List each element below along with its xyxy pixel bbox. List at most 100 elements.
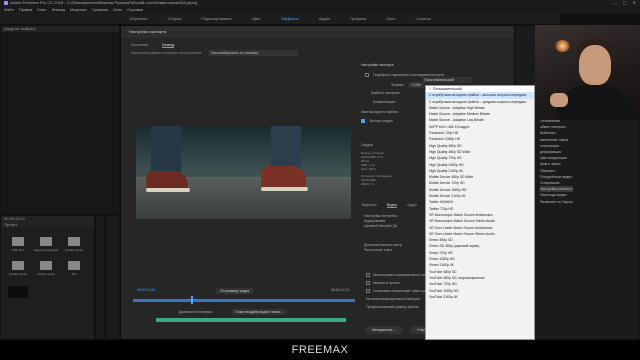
tab-audio[interactable]: Аудио bbox=[407, 203, 417, 208]
project-item[interactable]: 153.mp4 bbox=[7, 234, 29, 252]
scale-select[interactable]: Масштабировать по размеру bbox=[208, 50, 299, 56]
menu-item[interactable]: Файл bbox=[4, 7, 14, 12]
preset-select[interactable]: Пользовательский bbox=[422, 77, 472, 83]
project-item[interactable] bbox=[7, 282, 29, 300]
preview-sole-right bbox=[261, 187, 308, 191]
source-monitor-label: (кадр не выбран) bbox=[1, 26, 119, 32]
import-project-label: Импорт в проект bbox=[373, 281, 400, 285]
comments-row: Комментарии: bbox=[373, 100, 396, 104]
tab-source[interactable]: Источник bbox=[131, 42, 148, 48]
sequence-thumbnail bbox=[8, 286, 28, 298]
project-item[interactable]: Корректирующий bbox=[33, 234, 59, 252]
source-range-select[interactable]: Точки входа/выхода в эпизо... bbox=[231, 309, 288, 315]
comments-label: Комментарии: bbox=[373, 100, 397, 104]
project-item-label: Новая папка bbox=[65, 248, 83, 252]
source-range-label: Диапазон источника: bbox=[179, 310, 213, 314]
menu-item[interactable]: Справка bbox=[127, 7, 143, 12]
tools-panel bbox=[95, 215, 105, 340]
bitrate-section: Настройки битрейта Кодирование Целевой б… bbox=[364, 214, 402, 253]
menu-item[interactable]: Графика bbox=[92, 7, 108, 12]
preview-shoe-left bbox=[146, 171, 188, 189]
workspace-tab[interactable]: Сборка bbox=[168, 16, 182, 21]
summary-output-line: AAC, 320 k bbox=[361, 167, 377, 171]
preset-label: Шаблон настроек: bbox=[371, 91, 401, 95]
summary-block: Вывод: C:\Users\... 1920x1080 (1,0) 25 f… bbox=[361, 151, 421, 186]
preview-leg-left bbox=[151, 126, 181, 172]
tab-video[interactable]: Видео bbox=[386, 203, 398, 208]
export-settings-header: Настройки экспорта bbox=[361, 63, 394, 67]
metadata-button[interactable]: Метаданные... bbox=[366, 326, 402, 334]
project-item[interactable]: 153 bbox=[63, 258, 85, 276]
menu-item[interactable]: Маркеры bbox=[70, 7, 87, 12]
preset-row: Шаблон настроек: bbox=[371, 91, 401, 95]
summary-header: Сводка bbox=[361, 143, 373, 147]
project-item[interactable]: Новая папка bbox=[63, 234, 85, 252]
workspace-tab[interactable]: Сорятки bbox=[415, 16, 430, 21]
start-timecode-label: Установить начальный тайм-код bbox=[373, 289, 426, 293]
export-video-row[interactable]: Экспорт видео bbox=[361, 119, 393, 123]
project-item-label: 153 bbox=[71, 272, 77, 276]
dialog-title: Настройки экспорта bbox=[121, 26, 514, 38]
presenter-hand bbox=[550, 93, 568, 107]
preview-sole-left bbox=[146, 188, 190, 192]
summary-label: Сводка bbox=[361, 143, 373, 147]
folder-icon bbox=[12, 261, 24, 270]
time-interp-label: Интерполяция времени bbox=[366, 297, 405, 301]
time-interp-select[interactable]: Выборка bbox=[405, 297, 419, 301]
effects-list: Обновление обмен настроек Шаблоны изменение… bbox=[540, 118, 573, 205]
tab-effects[interactable]: Эффекты bbox=[361, 203, 377, 208]
source-monitor-panel: (кадр не выбран) bbox=[0, 25, 120, 215]
format-label: Формат: bbox=[391, 83, 405, 87]
workspace-tab[interactable]: Редактирование bbox=[201, 16, 231, 21]
menu-item[interactable]: Окно bbox=[113, 7, 122, 12]
webcam-overlay bbox=[535, 25, 640, 120]
video-preview bbox=[136, 126, 351, 219]
summary-source-line: 48000 Гц bbox=[361, 182, 374, 186]
playhead-handle[interactable] bbox=[191, 296, 193, 304]
project-item-label: 153.mp4 bbox=[12, 248, 24, 252]
menu-item[interactable]: Правка bbox=[19, 7, 33, 12]
effects-list-item[interactable]: Размытие по Гауссу bbox=[540, 199, 573, 205]
preset-option[interactable]: С атрибутами исходного файла – средняя с… bbox=[426, 99, 534, 105]
premiere-logo-icon bbox=[4, 1, 8, 5]
folder-icon bbox=[12, 237, 24, 246]
preset-option[interactable]: YouTube 2160p 4K bbox=[426, 294, 534, 300]
scrub-bar[interactable] bbox=[133, 299, 355, 302]
preview-shoe-right bbox=[261, 166, 306, 188]
output-name-label: Имя выходного файла: bbox=[361, 110, 399, 114]
preview-leg-right bbox=[271, 126, 301, 167]
import-project-checkbox[interactable] bbox=[366, 281, 370, 286]
project-item-label: Новая папка bbox=[9, 272, 27, 276]
presenter-face bbox=[579, 45, 611, 85]
workspace-tab[interactable]: Аудио bbox=[319, 16, 330, 21]
preset-option[interactable]: С атрибутами исходного файла – высокая с… bbox=[426, 92, 534, 99]
project-thumb-grid: 153.mp4 Корректирующий Новая папка Новая па… bbox=[1, 228, 94, 306]
timecode-out: 00:00:12:11 bbox=[331, 288, 350, 292]
bokeh-light bbox=[555, 40, 570, 52]
workspace-tab[interactable]: Окно bbox=[386, 16, 395, 21]
workspace-tab[interactable]: Эффекты bbox=[281, 16, 299, 21]
preset-dropdown-list: ✓ Пользовательский С атрибутами исходного… bbox=[425, 85, 535, 340]
start-timecode-checkbox[interactable] bbox=[366, 289, 370, 294]
workspace-tab[interactable]: Обучение bbox=[129, 16, 147, 21]
fit-select[interactable]: По размеру кадра bbox=[216, 288, 254, 294]
menu-item[interactable]: Клип bbox=[37, 7, 46, 12]
folder-icon bbox=[40, 261, 52, 270]
output-name-row: Имя выходного файла: bbox=[361, 110, 399, 114]
menu-item[interactable]: Эпизод bbox=[51, 7, 65, 12]
target-bitrate-label: Целевой битрейт [М bbox=[364, 224, 397, 228]
max-quality-checkbox[interactable] bbox=[366, 273, 370, 278]
project-item[interactable]: Новая папка bbox=[35, 258, 57, 276]
export-video-checkbox[interactable] bbox=[361, 119, 365, 123]
effects-list-item[interactable]: изменение плана bbox=[540, 137, 573, 143]
project-item[interactable]: Новая папка bbox=[7, 258, 29, 276]
scale-row: Масштабирование исходного изображения: М… bbox=[131, 50, 361, 56]
scale-label: Масштабирование исходного изображения: bbox=[131, 51, 203, 55]
project-item-label: Новая папка bbox=[37, 272, 55, 276]
workspace-tab[interactable]: Цвет bbox=[252, 16, 261, 21]
tab-output[interactable]: Вывод bbox=[162, 42, 175, 48]
workspace-tab[interactable]: Графика bbox=[350, 16, 366, 21]
dialog-tabs: Источник Вывод bbox=[131, 42, 175, 48]
match-sequence-checkbox[interactable] bbox=[365, 73, 369, 77]
project-item-label: Корректирующий bbox=[33, 248, 59, 252]
